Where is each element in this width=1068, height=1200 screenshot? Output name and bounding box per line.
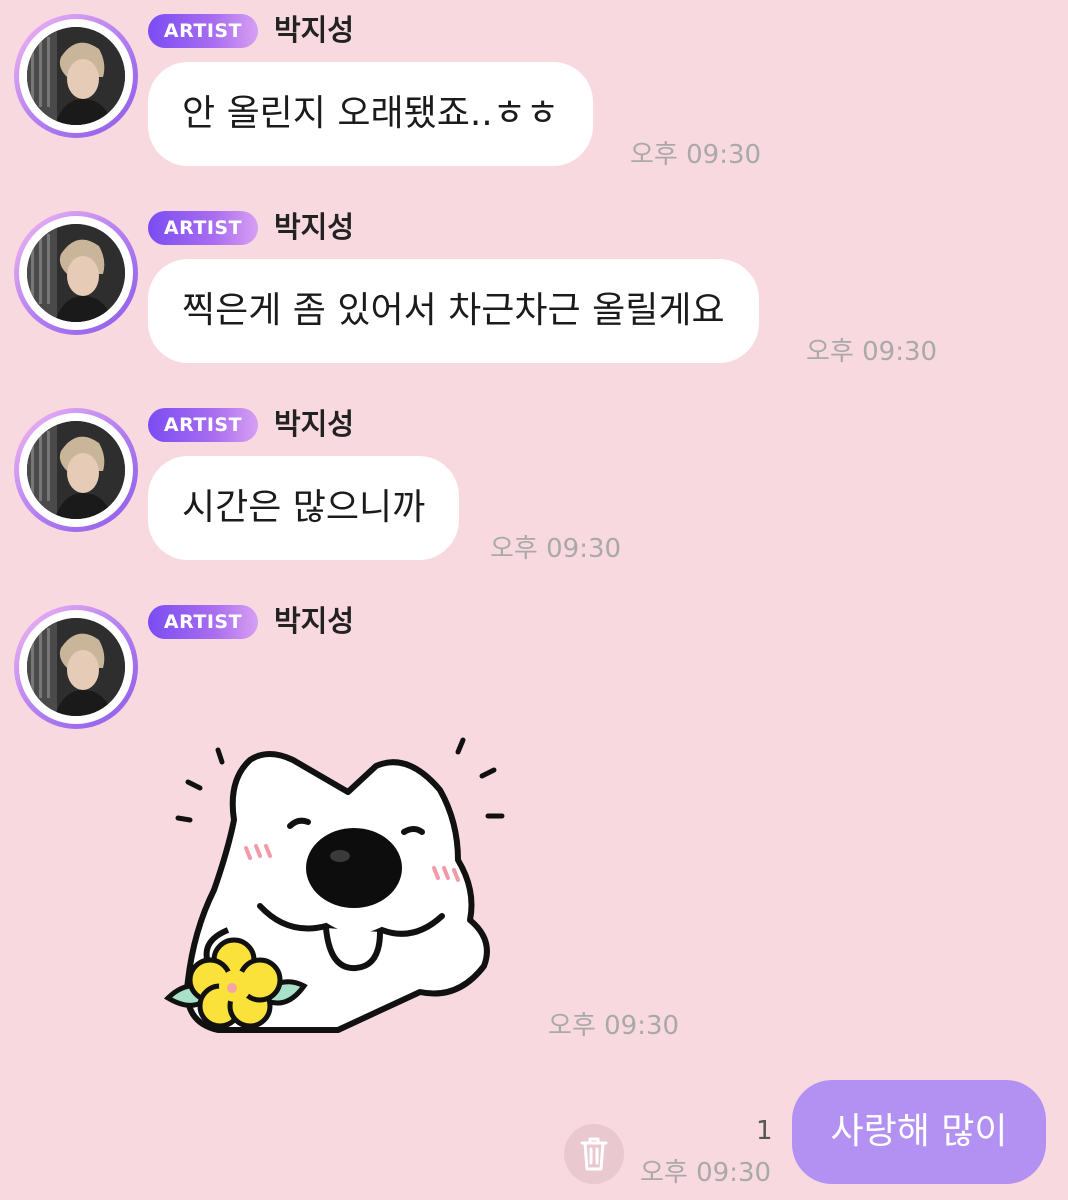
artist-message: ARTIST 박지성 bbox=[0, 591, 1068, 741]
artist-message: ARTIST 박지성 시간은 많으니까 오후 09:30 bbox=[0, 394, 1068, 574]
avatar-photo bbox=[27, 224, 125, 322]
my-message-bubble[interactable]: 사랑해 많이 bbox=[792, 1080, 1046, 1184]
timestamp: 오후 09:30 bbox=[548, 1011, 680, 1041]
delete-button[interactable] bbox=[564, 1124, 624, 1184]
trash-icon bbox=[580, 1137, 608, 1171]
puppy-with-flower-sticker[interactable] bbox=[158, 730, 538, 1040]
timestamp: 오후 09:30 bbox=[806, 337, 938, 367]
timestamp: 오후 09:30 bbox=[490, 534, 622, 564]
artist-message: ARTIST 박지성 안 올린지 오래됐죠..ㅎㅎ 오후 09:30 bbox=[0, 0, 1068, 180]
my-timestamp: 오후 09:30 bbox=[640, 1158, 772, 1188]
artist-avatar[interactable] bbox=[14, 211, 138, 335]
unread-count: 1 bbox=[756, 1116, 773, 1146]
artist-badge: ARTIST bbox=[148, 408, 258, 442]
message-bubble[interactable]: 찍은게 좀 있어서 차근차근 올릴게요 bbox=[148, 259, 759, 363]
message-bubble[interactable]: 안 올린지 오래됐죠..ㅎㅎ bbox=[148, 62, 593, 166]
artist-avatar[interactable] bbox=[14, 605, 138, 729]
artist-avatar[interactable] bbox=[14, 408, 138, 532]
avatar-photo bbox=[27, 27, 125, 125]
sender-name[interactable]: 박지성 bbox=[274, 404, 354, 444]
timestamp: 오후 09:30 bbox=[630, 140, 762, 170]
sender-name[interactable]: 박지성 bbox=[274, 601, 354, 641]
sender-name[interactable]: 박지성 bbox=[274, 207, 354, 247]
artist-badge: ARTIST bbox=[148, 211, 258, 245]
artist-avatar[interactable] bbox=[14, 14, 138, 138]
avatar-photo bbox=[27, 618, 125, 716]
message-bubble[interactable]: 시간은 많으니까 bbox=[148, 456, 460, 560]
artist-message: ARTIST 박지성 찍은게 좀 있어서 차근차근 올릴게요 오후 09:30 bbox=[0, 197, 1068, 377]
artist-badge: ARTIST bbox=[148, 605, 258, 639]
sender-name[interactable]: 박지성 bbox=[274, 10, 354, 50]
artist-badge: ARTIST bbox=[148, 14, 258, 48]
avatar-photo bbox=[27, 421, 125, 519]
